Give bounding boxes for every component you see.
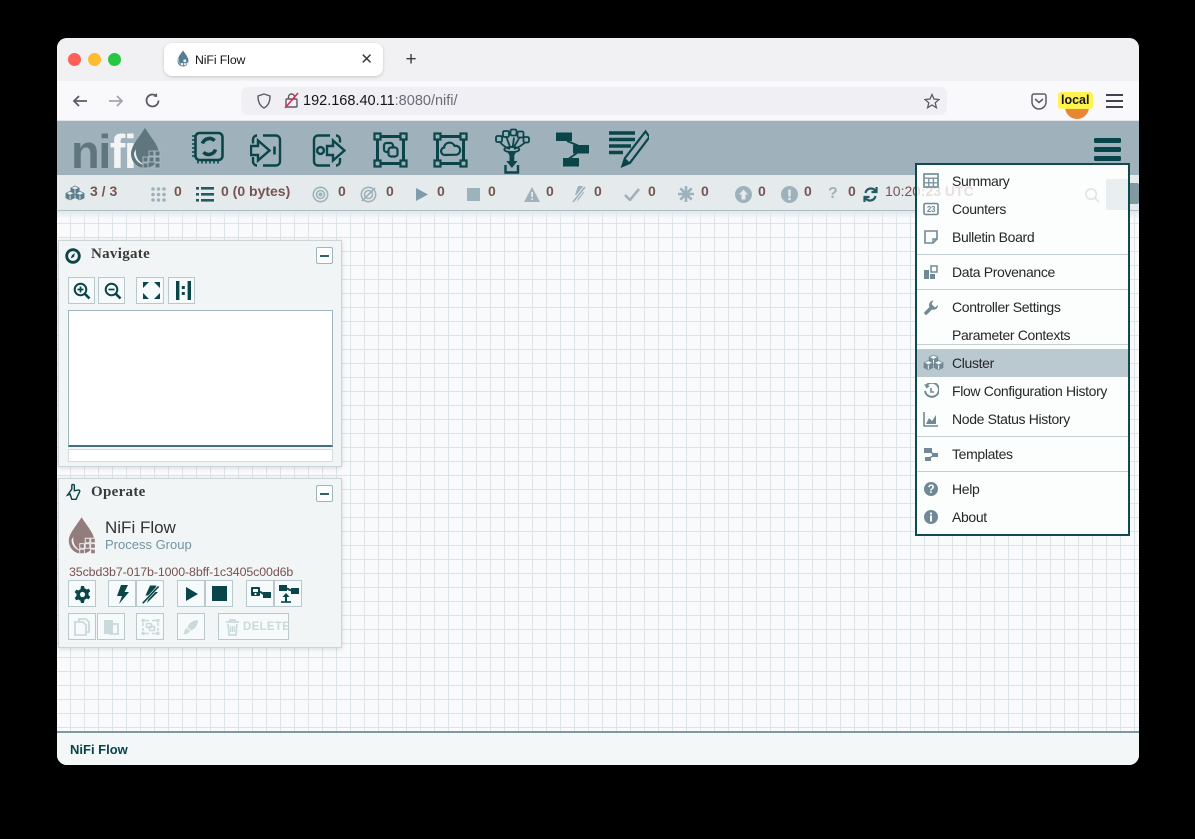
svg-text:23: 23 (927, 205, 936, 214)
svg-text:?: ? (928, 484, 935, 496)
